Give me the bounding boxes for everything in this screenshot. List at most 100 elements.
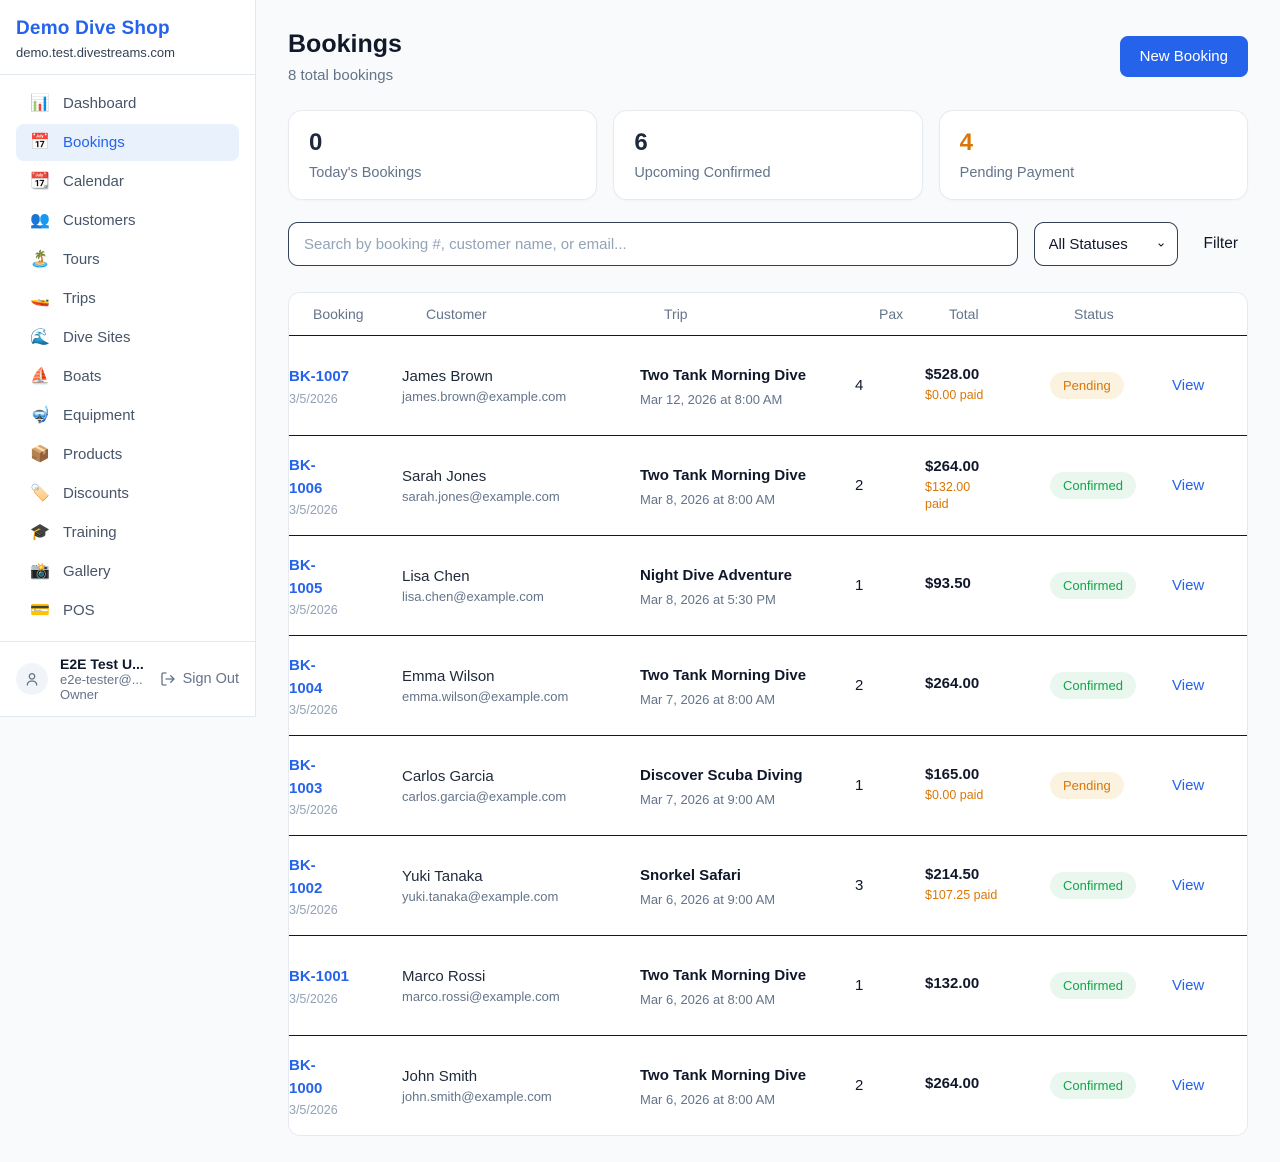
status-cell: Confirmed	[1050, 872, 1172, 899]
actions-cell: View	[1172, 677, 1225, 695]
trip-name: Two Tank Morning Dive	[640, 664, 841, 688]
booking-cell: BK- 1004 3/5/2026	[289, 654, 402, 718]
status-filter-select[interactable]: All Statuses	[1034, 222, 1178, 266]
sidebar-item-calendar[interactable]: 📆 Calendar	[16, 163, 239, 200]
sidebar-item-tours[interactable]: 🏝️ Tours	[16, 241, 239, 278]
sidebar-item-label: Tours	[63, 251, 100, 268]
page-title: Bookings	[288, 30, 402, 59]
sidebar-item-label: POS	[63, 602, 95, 619]
status-badge: Confirmed	[1050, 972, 1136, 999]
view-link[interactable]: View	[1172, 877, 1204, 894]
table-row: BK- 1002 3/5/2026 Yuki Tanaka yuki.tanak…	[289, 835, 1247, 935]
sidebar-item-label: Dashboard	[63, 95, 136, 112]
booking-id-link[interactable]: BK- 1005	[289, 554, 388, 601]
trip-cell: Two Tank Morning Dive Mar 6, 2026 at 8:0…	[640, 1064, 855, 1107]
bar-chart-icon: 📊	[30, 96, 50, 112]
view-link[interactable]: View	[1172, 477, 1204, 494]
trip-datetime: Mar 7, 2026 at 9:00 AM	[640, 792, 841, 807]
sidebar-item-customers[interactable]: 👥 Customers	[16, 202, 239, 239]
customer-name: James Brown	[402, 368, 626, 385]
customer-email: john.smith@example.com	[402, 1089, 626, 1104]
trip-datetime: Mar 8, 2026 at 8:00 AM	[640, 492, 841, 507]
booking-id-link[interactable]: BK- 1003	[289, 754, 388, 801]
wave-icon: 🌊	[30, 330, 50, 346]
view-link[interactable]: View	[1172, 777, 1204, 794]
new-booking-button[interactable]: New Booking	[1120, 36, 1248, 77]
sidebar-item-dashboard[interactable]: 📊 Dashboard	[16, 85, 239, 122]
actions-cell: View	[1172, 877, 1225, 895]
customer-email: emma.wilson@example.com	[402, 689, 626, 704]
pax-cell: 3	[855, 877, 925, 894]
stat-card: 4 Pending Payment	[939, 110, 1248, 200]
user-role: Owner	[60, 687, 148, 702]
trip-cell: Two Tank Morning Dive Mar 7, 2026 at 8:0…	[640, 664, 855, 707]
sidebar-item-trips[interactable]: 🚤 Trips	[16, 280, 239, 317]
view-link[interactable]: View	[1172, 1077, 1204, 1094]
table-row: BK- 1004 3/5/2026 Emma Wilson emma.wilso…	[289, 635, 1247, 735]
trip-name: Two Tank Morning Dive	[640, 464, 841, 488]
sidebar-item-label: Dive Sites	[63, 329, 131, 346]
status-cell: Confirmed	[1050, 472, 1172, 499]
booking-date: 3/5/2026	[289, 992, 388, 1006]
total-cell: $165.00 $0.00 paid	[925, 766, 1050, 805]
sidebar-item-dive-sites[interactable]: 🌊 Dive Sites	[16, 319, 239, 356]
table-row: BK-1007 3/5/2026 James Brown james.brown…	[289, 335, 1247, 435]
booking-id-link[interactable]: BK- 1004	[289, 654, 388, 701]
sidebar-item-boats[interactable]: ⛵ Boats	[16, 358, 239, 395]
trip-name: Two Tank Morning Dive	[640, 1064, 841, 1088]
status-filter-wrap: All Statuses ⌄	[1034, 222, 1178, 266]
actions-cell: View	[1172, 377, 1225, 395]
island-icon: 🏝️	[30, 252, 50, 268]
stat-card: 6 Upcoming Confirmed	[613, 110, 922, 200]
view-link[interactable]: View	[1172, 577, 1204, 594]
total-amount: $264.00	[925, 675, 1036, 692]
booking-id-link[interactable]: BK- 1002	[289, 854, 388, 901]
pax-cell: 4	[855, 377, 925, 394]
sidebar-item-gallery[interactable]: 📸 Gallery	[16, 553, 239, 590]
avatar	[16, 663, 48, 695]
actions-cell: View	[1172, 477, 1225, 495]
view-link[interactable]: View	[1172, 677, 1204, 694]
sidebar-item-label: Customers	[63, 212, 136, 229]
trip-name: Two Tank Morning Dive	[640, 364, 841, 388]
filter-row: All Statuses ⌄ Filter	[288, 222, 1248, 266]
search-input[interactable]	[288, 222, 1018, 266]
trip-datetime: Mar 12, 2026 at 8:00 AM	[640, 392, 841, 407]
user-name: E2E Test U...	[60, 656, 148, 672]
booking-id-link[interactable]: BK- 1006	[289, 454, 388, 501]
booking-id-link[interactable]: BK-1007	[289, 365, 388, 388]
stat-card: 0 Today's Bookings	[288, 110, 597, 200]
graduation-cap-icon: 🎓	[30, 525, 50, 541]
total-amount: $93.50	[925, 575, 1036, 592]
paid-amount: $132.00 paid	[925, 479, 1036, 514]
sidebar-item-equipment[interactable]: 🤿 Equipment	[16, 397, 239, 434]
pax-cell: 1	[855, 977, 925, 994]
booking-cell: BK-1007 3/5/2026	[289, 365, 402, 405]
sign-out-button[interactable]: Sign Out	[160, 671, 239, 687]
total-amount: $214.50	[925, 866, 1036, 883]
sidebar-item-pos[interactable]: 💳 POS	[16, 592, 239, 629]
customer-name: Yuki Tanaka	[402, 868, 626, 885]
customer-cell: James Brown james.brown@example.com	[402, 368, 640, 404]
view-link[interactable]: View	[1172, 977, 1204, 994]
booking-cell: BK- 1000 3/5/2026	[289, 1054, 402, 1118]
pax-cell: 1	[855, 777, 925, 794]
booking-id-link[interactable]: BK- 1000	[289, 1054, 388, 1101]
total-cell: $264.00	[925, 675, 1050, 696]
total-amount: $528.00	[925, 366, 1036, 383]
column-header-trip: Trip	[664, 306, 879, 322]
customer-name: Emma Wilson	[402, 668, 626, 685]
sign-out-icon	[160, 671, 176, 687]
sidebar-item-label: Bookings	[63, 134, 125, 151]
sidebar-item-training[interactable]: 🎓 Training	[16, 514, 239, 551]
filter-button[interactable]: Filter	[1194, 229, 1248, 259]
booking-date: 3/5/2026	[289, 1103, 388, 1117]
view-link[interactable]: View	[1172, 377, 1204, 394]
sidebar-item-label: Products	[63, 446, 122, 463]
tag-icon: 🏷️	[30, 486, 50, 502]
sidebar-item-bookings[interactable]: 📅 Bookings	[16, 124, 239, 161]
booking-id-link[interactable]: BK-1001	[289, 965, 388, 988]
sidebar-item-discounts[interactable]: 🏷️ Discounts	[16, 475, 239, 512]
paid-amount: $0.00 paid	[925, 387, 1036, 405]
sidebar-item-products[interactable]: 📦 Products	[16, 436, 239, 473]
